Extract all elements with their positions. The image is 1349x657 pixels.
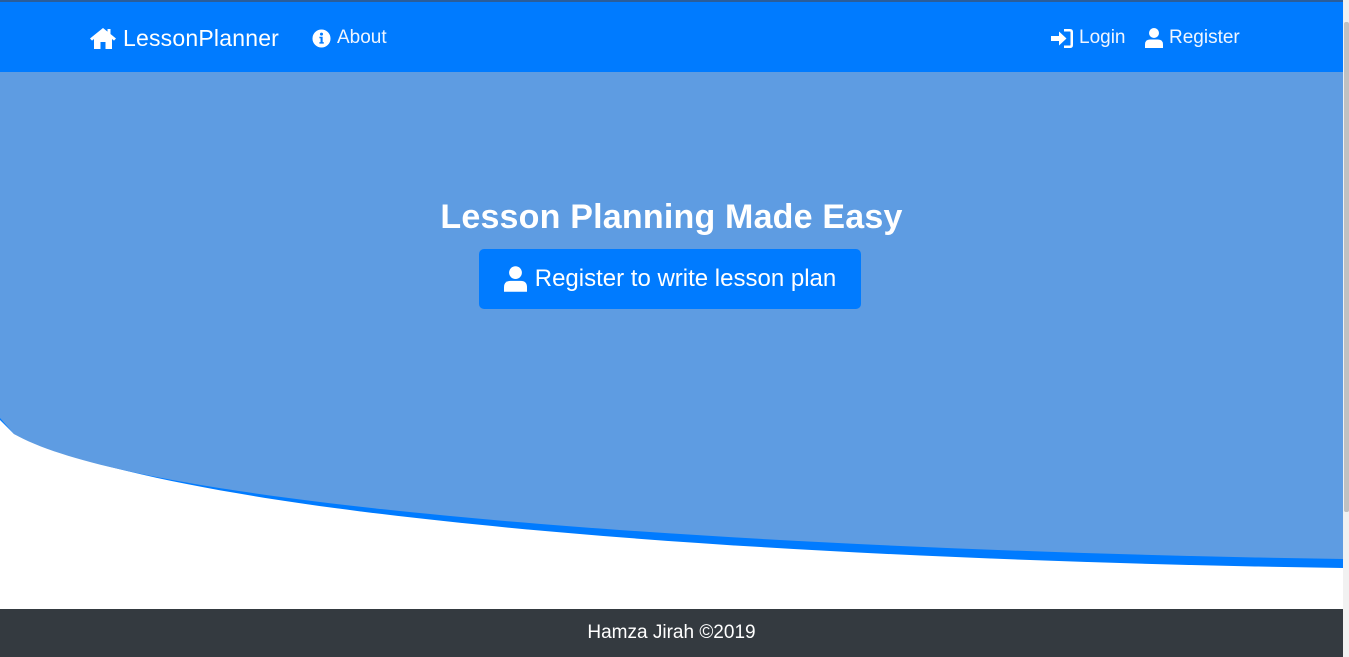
hero-title: Lesson Planning Made Easy	[440, 198, 903, 236]
register-cta-button[interactable]: Register to write lesson plan	[479, 249, 861, 309]
nav-login-label: Login	[1079, 27, 1126, 48]
page-scrollbar[interactable]	[1343, 0, 1349, 657]
page: LessonPlanner About Login Register Lesso…	[0, 0, 1349, 657]
register-cta-label: Register to write lesson plan	[534, 265, 837, 292]
sign-in-icon	[1051, 28, 1073, 48]
nav-register-link[interactable]: Register	[1145, 2, 1240, 74]
nav-about-label: About	[337, 27, 387, 48]
nav-login-link[interactable]: Login	[1051, 2, 1126, 74]
brand-link[interactable]: LessonPlanner	[89, 2, 279, 74]
info-circle-icon	[312, 28, 331, 48]
home-icon	[89, 26, 117, 50]
navbar: LessonPlanner About Login Register	[0, 0, 1343, 72]
nav-register-label: Register	[1169, 27, 1240, 48]
brand-label: LessonPlanner	[123, 24, 280, 51]
scrollbar-thumb[interactable]	[1344, 22, 1349, 512]
nav-about-link[interactable]: About	[312, 2, 387, 74]
hero-background	[0, 72, 1343, 568]
footer: Hamza Jirah ©2019	[0, 609, 1343, 657]
user-icon	[1145, 28, 1163, 48]
user-icon	[503, 266, 527, 292]
footer-copyright: Hamza Jirah ©2019	[587, 622, 756, 643]
